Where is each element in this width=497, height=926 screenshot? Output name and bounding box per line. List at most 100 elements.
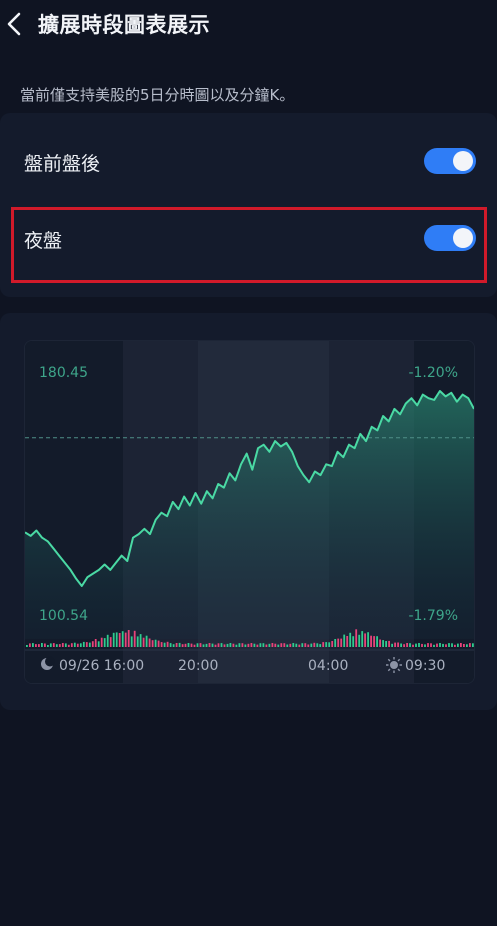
x-tick-label: 20:00 — [178, 658, 218, 674]
x-tick-label: 09/26 16:00 — [59, 658, 144, 674]
volume-bar — [178, 642, 181, 647]
volume-bar — [334, 639, 337, 647]
volume-bar — [370, 635, 372, 647]
volume-bar — [448, 643, 450, 647]
header: 擴展時段圖表展示 — [0, 0, 497, 52]
page-title: 擴展時段圖表展示 — [38, 13, 210, 37]
volume-bar — [94, 639, 97, 647]
volume-bar — [253, 643, 256, 647]
volume-bar — [133, 630, 136, 647]
volume-bar — [148, 638, 151, 647]
x-tick-label: 04:00 — [308, 658, 348, 674]
low-pct-label: -1.79% — [408, 608, 458, 624]
volume-bar — [415, 643, 417, 647]
toggle-night-session[interactable] — [424, 225, 476, 251]
volume-bar — [427, 643, 429, 647]
volume-bar — [247, 643, 250, 647]
volume-bar — [217, 643, 220, 647]
volume-bar — [331, 641, 334, 647]
volume-bar — [361, 631, 364, 647]
volume-bar — [397, 642, 399, 647]
volume-bar — [388, 640, 390, 647]
volume-bar — [160, 642, 163, 647]
low-value-label: 100.54 — [39, 608, 88, 624]
volume-bar — [109, 637, 112, 647]
volume-bar — [400, 643, 402, 647]
volume-bar — [394, 642, 396, 647]
volume-bar — [352, 636, 355, 647]
volume-bar — [172, 644, 175, 647]
volume-bar — [268, 643, 271, 647]
volume-bar — [157, 640, 160, 647]
volume-bar — [409, 643, 411, 647]
volume-bar — [112, 632, 115, 647]
volume-bar — [337, 638, 340, 647]
volume-bar — [202, 644, 205, 647]
volume-bar — [127, 630, 130, 647]
toggle-pre-post-market[interactable] — [424, 148, 476, 174]
volume-bar — [358, 634, 361, 647]
toggle-knob — [453, 228, 473, 248]
volume-bar — [319, 644, 322, 647]
volume-bar — [232, 643, 235, 647]
setting-label-pre-post-market: 盤前盤後 — [24, 153, 101, 175]
volume-bar — [199, 643, 202, 647]
setting-label-night-session: 夜盤 — [24, 230, 63, 252]
volume-bar — [286, 644, 289, 647]
volume-bar — [289, 643, 292, 647]
volume-bar — [91, 641, 94, 647]
volume-bar — [229, 643, 232, 647]
volume-bar — [418, 643, 420, 647]
volume-bar — [313, 642, 316, 647]
volume-bar — [379, 639, 381, 647]
volume-bar — [256, 644, 259, 647]
volume-bar — [73, 642, 76, 647]
volume-bar — [49, 643, 52, 647]
description-text: 當前僅支持美股的5日分時圖以及分鐘K。 — [20, 86, 295, 104]
volume-bar — [64, 643, 67, 647]
volume-bar — [271, 643, 274, 647]
chart-svg: 180.45 -1.20% 100.54 -1.79% 09/26 16:00 … — [25, 341, 474, 683]
volume-bar — [277, 644, 280, 647]
volume-bar — [385, 641, 387, 647]
volume-bar — [391, 643, 393, 647]
volume-bar — [346, 636, 349, 647]
volume-bar — [82, 641, 85, 647]
volume-bar — [151, 640, 154, 647]
volume-bar — [373, 636, 375, 647]
volume-bar — [274, 643, 277, 647]
volume-bar — [310, 643, 313, 647]
volume-bar — [238, 643, 241, 647]
volume-bar — [223, 644, 226, 647]
volume-bar — [67, 644, 70, 647]
volume-bar — [97, 641, 100, 647]
chevron-left-icon[interactable] — [2, 10, 28, 38]
volume-bar — [340, 638, 343, 647]
volume-bar — [205, 643, 208, 647]
volume-bar — [52, 643, 55, 647]
volume-bar — [88, 642, 91, 647]
volume-bar — [115, 632, 118, 647]
high-value-label: 180.45 — [39, 365, 88, 381]
volume-bar — [454, 644, 456, 647]
volume-bar — [328, 642, 331, 647]
volume-bar — [118, 633, 121, 647]
volume-bar — [85, 642, 88, 647]
high-pct-label: -1.20% — [408, 365, 458, 381]
volume-bar — [424, 644, 426, 647]
volume-bar — [325, 642, 328, 647]
volume-bar — [259, 643, 262, 647]
volume-bar — [382, 640, 384, 647]
volume-bar — [55, 644, 58, 647]
volume-bar — [211, 643, 214, 647]
volume-bar — [439, 643, 441, 647]
volume-bar — [187, 643, 190, 647]
volume-bar — [226, 643, 229, 647]
volume-bar — [436, 643, 438, 647]
volume-bar — [235, 644, 238, 647]
volume-bar — [145, 635, 148, 647]
volume-bar — [376, 636, 378, 647]
volume-bar — [343, 634, 346, 647]
volume-bar — [130, 636, 133, 647]
volume-bar — [136, 636, 139, 647]
